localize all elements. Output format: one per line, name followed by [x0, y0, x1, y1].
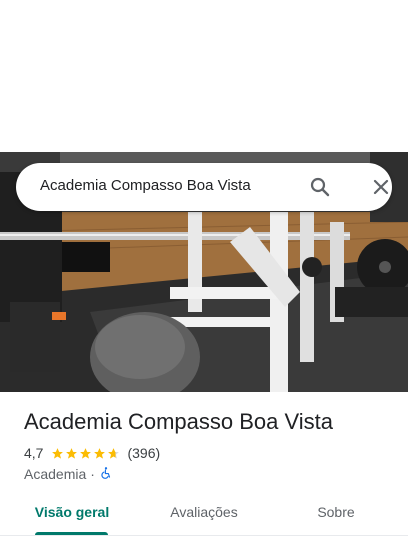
search-input[interactable]: Academia Compasso Boa Vista [40, 177, 251, 194]
tab-about[interactable]: Sobre [296, 504, 376, 520]
star-icon [52, 447, 64, 459]
place-title: Academia Compasso Boa Vista [24, 409, 333, 434]
tabs-divider [0, 535, 408, 536]
category-row: Academia · [24, 465, 113, 483]
place-category: Academia [24, 466, 87, 482]
rating-row[interactable]: 4,7 (396) [24, 444, 160, 462]
blank-top-area [0, 0, 408, 152]
close-icon[interactable] [369, 175, 393, 199]
star-icon [80, 447, 92, 459]
review-count[interactable]: (396) [127, 445, 160, 461]
wheelchair-icon [99, 466, 113, 483]
tab-overview[interactable]: Visão geral [24, 504, 120, 520]
rating-value: 4,7 [24, 445, 44, 461]
place-tabs: Visão geral Avaliações Sobre [0, 496, 408, 536]
search-icon[interactable] [308, 175, 332, 199]
star-rating [51, 447, 121, 460]
separator-dot: · [90, 466, 95, 482]
star-icon [94, 447, 106, 459]
star-half-icon [108, 447, 120, 459]
star-icon [66, 447, 78, 459]
search-bar[interactable]: Academia Compasso Boa Vista [16, 163, 392, 211]
tab-reviews[interactable]: Avaliações [156, 504, 252, 520]
